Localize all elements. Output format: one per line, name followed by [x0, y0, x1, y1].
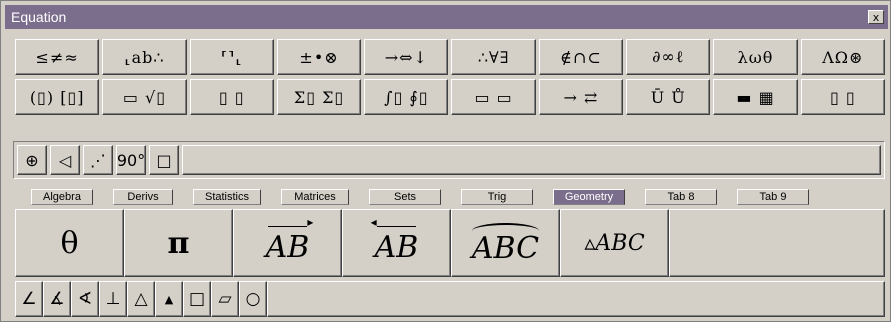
greek-lowercase-button[interactable]: λωθ [713, 39, 798, 75]
square-icon[interactable]: □ [149, 145, 179, 175]
square-icon[interactable]: □ [183, 281, 211, 317]
filled-triangle-icon[interactable]: ▲ [155, 281, 183, 317]
symbol-palette-row: ≤≠≈ ⸤ab∴ ⸢⸣⸤ ±•⊗ →⇔↓ ∴∀∃ ∉∩⊂ ∂∞ℓ λωθ ΛΩ⊛ [15, 39, 885, 75]
spaces-ellipses-button[interactable]: ⸤ab∴ [102, 39, 187, 75]
box-templates-button[interactable]: ▯ ▯ [800, 79, 885, 115]
circle-icon[interactable]: ○ [239, 281, 267, 317]
vector-left-template-button[interactable]: AB [342, 209, 451, 277]
degree-icon[interactable]: 90° [116, 145, 146, 175]
triangle-abc: ▵ABC [584, 230, 645, 256]
geometry-templates: θ π AB AB ABC ▵ABC [15, 209, 885, 277]
triangle-left-icon[interactable]: ◁ [50, 145, 80, 175]
vector-ab-left: AB [371, 215, 419, 265]
window-title: Equation [11, 9, 67, 25]
small-toolbar: ⊕ ◁ ⋰ 90° □ [13, 141, 885, 179]
geometry-symbols-row: ∠ ∡ ∢ ⊥ △ ▲ □ ▱ ○ [15, 281, 885, 317]
vector-ab-right: AB [266, 215, 313, 265]
arc-template-button[interactable]: ABC [451, 209, 560, 277]
triangle-icon[interactable]: △ [127, 281, 155, 317]
vector-right-template-button[interactable]: AB [233, 209, 342, 277]
perpendicular-icon[interactable]: ⊥ [99, 281, 127, 317]
template-palette-row: (▯) [▯] ▭ √▯ ▯ ▯ Σ▯ Σ▯ ∫▯ ∮▯ ▭ ▭ → ⇄ Ū Ů… [15, 79, 885, 115]
pi-symbol: π [167, 225, 190, 261]
set-theory-symbols-button[interactable]: ∉∩⊂ [538, 39, 624, 75]
pi-template-button[interactable]: π [124, 209, 233, 277]
fence-templates-button[interactable]: (▯) [▯] [15, 79, 100, 115]
diagonal-dots-icon[interactable]: ⋰ [83, 145, 113, 175]
script-templates-button[interactable]: ▯ ▯ [189, 79, 274, 115]
angle-icon[interactable]: ∠ [15, 281, 43, 317]
relational-symbols-button[interactable]: ≤≠≈ [15, 39, 100, 75]
misc-symbols-button[interactable]: ∂∞ℓ [626, 39, 711, 75]
tab-derivs[interactable]: Derivs [113, 189, 173, 205]
measured-angle-icon[interactable]: ∡ [43, 281, 71, 317]
templates-empty-area [669, 209, 885, 277]
logical-symbols-button[interactable]: ∴∀∃ [451, 39, 536, 75]
arc-abc: ABC [471, 221, 540, 266]
parallelogram-icon[interactable]: ▱ [211, 281, 239, 317]
title-bar[interactable]: Equation x [5, 5, 888, 29]
product-templates-button[interactable]: Ū Ů [626, 79, 711, 115]
bar-templates-button[interactable]: ▭ ▭ [451, 79, 536, 115]
tab-geometry[interactable]: Geometry [553, 189, 625, 205]
toolbar-empty-area [182, 145, 881, 175]
summation-templates-button[interactable]: Σ▯ Σ▯ [276, 79, 362, 115]
tab-statistics[interactable]: Statistics [193, 189, 261, 205]
close-button[interactable]: x [868, 10, 884, 24]
labeled-arrow-templates-button[interactable]: → ⇄ [538, 79, 624, 115]
integral-templates-button[interactable]: ∫▯ ∮▯ [364, 79, 449, 115]
tab-trig[interactable]: Trig [461, 189, 533, 205]
tab-8[interactable]: Tab 8 [645, 189, 717, 205]
equation-window: Equation x ≤≠≈ ⸤ab∴ ⸢⸣⸤ ±•⊗ →⇔↓ ∴∀∃ ∉∩⊂ … [0, 0, 891, 322]
triangle-template-button[interactable]: ▵ABC [560, 209, 669, 277]
embellishments-button[interactable]: ⸢⸣⸤ [189, 39, 274, 75]
fraction-radical-templates-button[interactable]: ▭ √▯ [102, 79, 187, 115]
spherical-angle-icon[interactable]: ∢ [71, 281, 99, 317]
circled-plus-icon[interactable]: ⊕ [17, 145, 47, 175]
operator-symbols-button[interactable]: ±•⊗ [276, 39, 362, 75]
greek-uppercase-button[interactable]: ΛΩ⊛ [800, 39, 885, 75]
tab-sets[interactable]: Sets [369, 189, 441, 205]
theta-template-button[interactable]: θ [15, 209, 124, 277]
symbols-empty-area [267, 281, 885, 317]
matrix-templates-button[interactable]: ▬ ▦ [713, 79, 798, 115]
tab-algebra[interactable]: Algebra [31, 189, 93, 205]
arrow-symbols-button[interactable]: →⇔↓ [364, 39, 449, 75]
theta-symbol: θ [60, 225, 79, 261]
tab-9[interactable]: Tab 9 [737, 189, 809, 205]
tab-matrices[interactable]: Matrices [281, 189, 349, 205]
tab-bar: Algebra Derivs Statistics Matrices Sets … [31, 189, 885, 207]
